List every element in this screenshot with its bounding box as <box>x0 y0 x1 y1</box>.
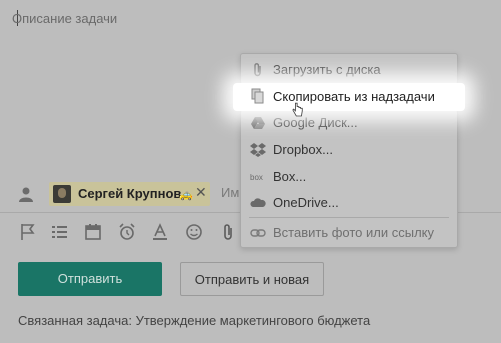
menu-item-insert-photo-link[interactable]: Вставить фото или ссылку <box>241 220 457 246</box>
text-color-icon[interactable] <box>150 222 170 242</box>
flag-icon[interactable] <box>18 222 38 242</box>
dropbox-icon <box>250 142 266 158</box>
svg-text:box: box <box>250 173 263 182</box>
onedrive-icon <box>250 195 266 211</box>
emoji-icon[interactable] <box>184 222 204 242</box>
assignee-name: Сергей Крупнов <box>78 186 182 201</box>
attach-menu: Загрузить с диска Скопировать из надзада… <box>233 53 465 248</box>
menu-item-onedrive[interactable]: OneDrive... <box>241 190 457 216</box>
assignee-chip[interactable]: Сергей Крупнов 🚕 ✕ <box>49 182 210 206</box>
link-icon <box>250 225 266 241</box>
menu-separator <box>249 217 449 218</box>
send-and-new-button[interactable]: Отправить и новая <box>180 262 324 296</box>
menu-item-copy-from-parent[interactable]: Скопировать из надзадачи <box>233 83 465 111</box>
copy-icon <box>250 88 266 104</box>
menu-item-google-drive[interactable]: Google Диск... <box>241 110 457 136</box>
google-drive-icon <box>250 115 266 131</box>
hand-cursor-icon <box>292 102 304 123</box>
menu-item-upload[interactable]: Загрузить с диска <box>241 57 457 83</box>
list-icon[interactable] <box>50 222 70 242</box>
alarm-icon[interactable] <box>117 222 137 242</box>
box-icon: box <box>250 169 266 185</box>
menu-item-dropbox[interactable]: Dropbox... <box>241 137 457 163</box>
related-task-text: Связанная задача: Утверждение маркетинго… <box>18 313 371 328</box>
calendar-icon[interactable] <box>83 222 103 242</box>
assignee-input[interactable]: Им <box>221 185 239 200</box>
description-placeholder: Описание задачи <box>12 11 118 26</box>
remove-assignee-icon[interactable]: ✕ <box>195 184 207 201</box>
send-button[interactable]: Отправить <box>18 262 162 296</box>
user-icon <box>18 186 34 202</box>
attach-icon[interactable] <box>218 222 238 242</box>
taxi-icon: 🚕 <box>179 189 193 201</box>
menu-item-box[interactable]: box Box... <box>241 164 457 190</box>
paperclip-icon <box>250 62 266 78</box>
avatar <box>53 185 71 203</box>
formatting-toolbar <box>0 218 260 246</box>
